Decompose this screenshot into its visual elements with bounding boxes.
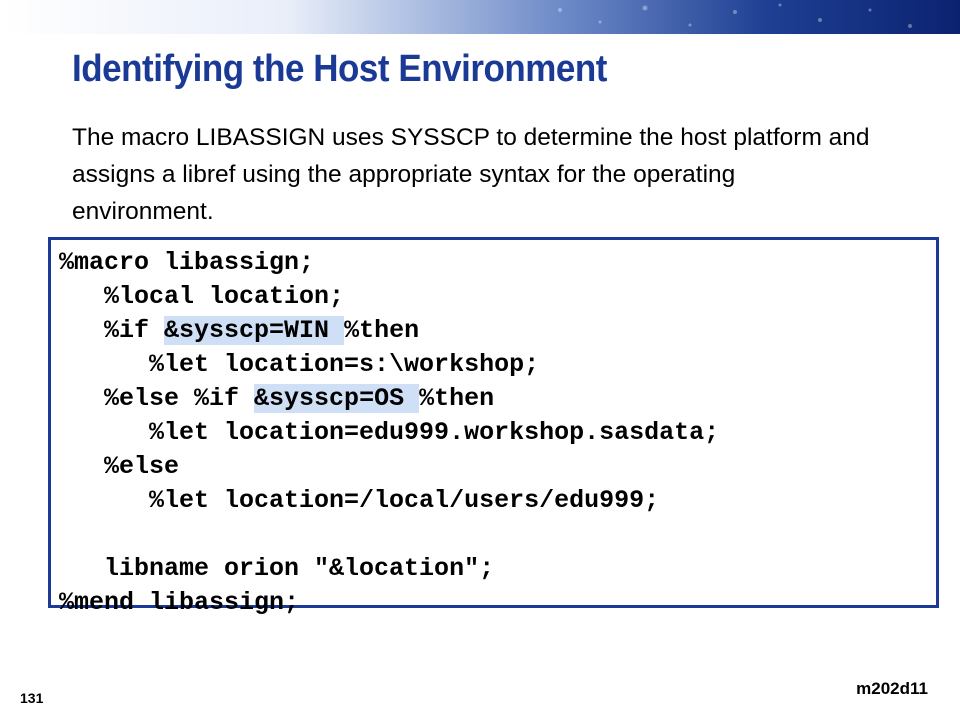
code-line: %else	[59, 450, 719, 484]
code-text: %else %if	[59, 384, 255, 413]
code-line: %let location=s:\workshop;	[59, 348, 719, 382]
slide-title: Identifying the Host Environment	[72, 48, 607, 90]
code-text: %then	[419, 384, 495, 413]
banner-decoration	[558, 3, 912, 28]
slide-number: 131	[20, 690, 44, 706]
code-line: %else %if &sysscp=OS %then	[59, 382, 719, 416]
program-id: m202d11	[856, 679, 928, 698]
code-text: %let location=edu999.workshop.sasdata;	[59, 418, 720, 447]
code-text: libname orion "&location";	[59, 554, 495, 583]
code-line: %let location=edu999.workshop.sasdata;	[59, 416, 719, 450]
code-text: %let location=s:\workshop;	[59, 350, 540, 379]
code-highlight: &sysscp=OS	[254, 384, 420, 413]
code-line: %if &sysscp=WIN %then	[59, 314, 719, 348]
code-text: %if	[59, 316, 165, 345]
code-block: %macro libassign; %local location; %if &…	[59, 246, 719, 620]
intro-text: The macro LIBASSIGN uses SYSSCP to deter…	[72, 124, 870, 225]
code-line: %let location=/local/users/edu999;	[59, 484, 719, 518]
code-text: %then	[344, 316, 420, 345]
code-text: %let location=/local/users/edu999;	[59, 486, 660, 515]
code-line: %mend libassign;	[59, 586, 719, 620]
code-line: %macro libassign;	[59, 246, 719, 280]
code-text: %mend libassign;	[59, 588, 300, 617]
code-text: %else	[59, 452, 180, 481]
code-line: %local location;	[59, 280, 719, 314]
code-box: %macro libassign; %local location; %if &…	[48, 237, 939, 617]
header-banner	[0, 0, 960, 34]
code-text: %local location;	[59, 282, 345, 311]
code-highlight: &sysscp=WIN	[164, 316, 345, 345]
code-text: %macro libassign;	[59, 248, 315, 277]
code-line: libname orion "&location";	[59, 552, 719, 586]
